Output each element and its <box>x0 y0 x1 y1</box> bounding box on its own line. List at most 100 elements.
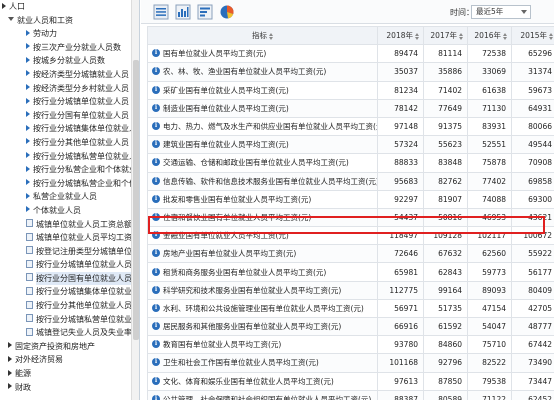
sidebar-item[interactable]: 按行业分私营企业和个体就业人员 <box>0 163 139 177</box>
info-icon[interactable]: i <box>152 285 160 294</box>
sort-icon[interactable] <box>459 32 463 40</box>
sidebar-item[interactable]: 按行业分国有单位就业人员平均工资 <box>0 271 139 286</box>
info-icon[interactable]: i <box>152 212 160 221</box>
time-range-select[interactable]: 最近5年 <box>471 5 531 19</box>
info-icon[interactable]: i <box>152 376 160 385</box>
table-view-button[interactable] <box>153 4 169 20</box>
sidebar-item[interactable]: 按行业分城镇集体单位就业人员 <box>0 122 139 136</box>
sidebar-item[interactable]: 能源 <box>0 367 139 381</box>
indicator-name: 租赁和商务服务业国有单位就业人员平均工资(元) <box>163 267 327 277</box>
value-cell: 92796 <box>423 353 468 373</box>
info-icon[interactable]: i <box>152 49 160 58</box>
sort-icon[interactable] <box>503 32 507 40</box>
sidebar-item[interactable]: 按城乡分就业人员数 <box>0 54 139 68</box>
sort-icon[interactable] <box>415 32 419 40</box>
sidebar-item[interactable]: 按登记注册类型分城镇单位就业人员 <box>0 245 139 259</box>
info-icon[interactable]: i <box>152 176 160 185</box>
table-row: i 电力、热力、燃气及水生产和供应业国有单位就业人员平均工资(元) 97148 913… <box>147 116 554 137</box>
info-icon[interactable]: i <box>152 303 160 312</box>
info-icon[interactable]: i <box>152 249 160 258</box>
indicator-cell: i 采矿业国有单位就业人员平均工资(元) <box>147 80 378 100</box>
sidebar-item[interactable]: 就业人员和工资 <box>0 14 139 28</box>
indicator-cell: i 科学研究和技术服务业国有单位就业人员平均工资(元) <box>147 280 378 300</box>
sidebar-item[interactable]: 按行业分城镇私营单位就业人员 <box>0 150 139 164</box>
value-cell: 70908 <box>511 153 554 173</box>
header-label: 2017年 <box>430 31 457 41</box>
sidebar-item[interactable]: 按经济类型分城镇就业人员 <box>0 68 139 82</box>
sidebar-item[interactable]: 按行业分城镇单位就业人员平均工资 <box>0 258 139 272</box>
sidebar-item[interactable]: 按行业分城镇单位就业人员 <box>0 95 139 109</box>
indicator-name: 科学研究和技术服务业国有单位就业人员平均工资(元) <box>163 285 342 295</box>
info-icon[interactable]: i <box>152 67 160 76</box>
bar-chart-button[interactable] <box>175 4 191 20</box>
expand-right-icon <box>8 383 12 390</box>
table-row: i 水利、环境和公共设施管理业国有单位就业人员平均工资(元) 56971 51735 4… <box>147 298 554 319</box>
info-icon[interactable]: i <box>152 103 160 112</box>
indicator-name: 农、林、牧、渔业国有单位就业人员平均工资(元) <box>163 67 327 77</box>
horizontal-bar-chart-button[interactable] <box>197 4 213 20</box>
sidebar-item[interactable]: 对外经济贸易 <box>0 353 139 367</box>
header-label: 2018年 <box>386 31 413 41</box>
sort-icon[interactable] <box>269 32 273 40</box>
sidebar-item[interactable]: 人口 <box>0 0 139 14</box>
value-cell: 75878 <box>467 153 512 173</box>
indicator-cell: i 交通运输、仓储和邮政业国有单位就业人员平均工资(元) <box>147 153 378 173</box>
sidebar-item[interactable]: 按行业分城镇私营单位就业人员平均 <box>0 313 139 327</box>
expand-right-icon <box>26 165 30 172</box>
info-icon[interactable]: i <box>152 140 160 149</box>
value-cell: 79538 <box>467 371 512 391</box>
header-year[interactable]: 2015年 <box>511 26 554 46</box>
sidebar-item[interactable]: 按行业分国有单位就业人员 <box>0 109 139 123</box>
indicator-cell: i 住宿和餐饮业国有单位就业人员平均工资(元) <box>147 207 378 228</box>
value-cell: 64931 <box>511 98 554 118</box>
value-cell: 43621 <box>511 207 554 228</box>
sidebar-item-label: 劳动力 <box>33 29 57 39</box>
sidebar-item[interactable]: 财政 <box>0 381 139 395</box>
sidebar-item[interactable]: 按经济类型分乡村就业人员 <box>0 82 139 96</box>
value-cell: 89093 <box>467 280 512 300</box>
sidebar-item[interactable]: 城镇单位就业人员工资总额和指数 <box>0 218 139 232</box>
value-cell: 81234 <box>377 80 424 100</box>
sidebar-item[interactable]: 按行业分其他单位就业人员 <box>0 136 139 150</box>
info-icon[interactable]: i <box>152 322 160 331</box>
info-icon[interactable]: i <box>152 394 160 400</box>
expand-right-icon <box>26 43 30 50</box>
pie-chart-icon <box>220 5 234 19</box>
sidebar-item[interactable]: 固定资产投资和房地产 <box>0 340 139 354</box>
table-row: i 房地产业国有单位就业人员平均工资(元) 72646 67632 62560 55922 <box>147 244 554 264</box>
header-year[interactable]: 2018年 <box>377 26 424 46</box>
value-cell: 81114 <box>423 44 468 64</box>
value-cell: 49544 <box>511 135 554 155</box>
scrollbar-thumb[interactable] <box>133 60 139 340</box>
table-row: i 公共管理、社会保障和社会组织国有单位就业人员平均工资(元) 88387 80589… <box>147 389 554 400</box>
sidebar-item[interactable]: 私营企业就业人员 <box>0 190 139 204</box>
header-year[interactable]: 2017年 <box>423 26 468 46</box>
header-year[interactable]: 2016年 <box>467 26 512 46</box>
sidebar-item[interactable]: 按行业分其他单位就业人员平均工资 <box>0 299 139 313</box>
sidebar-item[interactable]: 按三次产业分就业人员数 <box>0 41 139 55</box>
indicator-cell: i 建筑业国有单位就业人员平均工资(元) <box>147 135 378 155</box>
value-cell: 47154 <box>467 298 512 319</box>
sidebar-item[interactable]: 城镇单位就业人员平均工资和指数 <box>0 231 139 245</box>
sidebar-item[interactable]: 劳动力 <box>0 27 139 41</box>
sidebar-item[interactable]: 按行业分城镇集体单位就业人员平均 <box>0 285 139 299</box>
pie-chart-button[interactable] <box>219 4 235 20</box>
sidebar-item[interactable]: 按行业分城镇私营企业和个体就业 <box>0 177 139 191</box>
sidebar-item-label: 对外经济贸易 <box>15 355 63 365</box>
info-icon[interactable]: i <box>152 122 160 131</box>
sidebar-item[interactable]: 个体就业人员 <box>0 204 139 218</box>
value-cell: 59673 <box>511 80 554 100</box>
info-icon[interactable]: i <box>152 231 160 240</box>
info-icon[interactable]: i <box>152 267 160 276</box>
info-icon[interactable]: i <box>152 340 160 349</box>
header-label: 2015年 <box>520 31 547 41</box>
sidebar-item[interactable]: 城镇登记失业人员及失业率 <box>0 326 139 340</box>
sidebar-item-label: 就业人员和工资 <box>17 15 73 25</box>
sort-icon[interactable] <box>549 32 553 40</box>
info-icon[interactable]: i <box>152 194 160 203</box>
info-icon[interactable]: i <box>152 358 160 367</box>
info-icon[interactable]: i <box>152 158 160 167</box>
sidebar-scrollbar[interactable] <box>131 0 139 400</box>
indicator-cell: i 农、林、牧、渔业国有单位就业人员平均工资(元) <box>147 62 378 82</box>
info-icon[interactable]: i <box>152 85 160 94</box>
